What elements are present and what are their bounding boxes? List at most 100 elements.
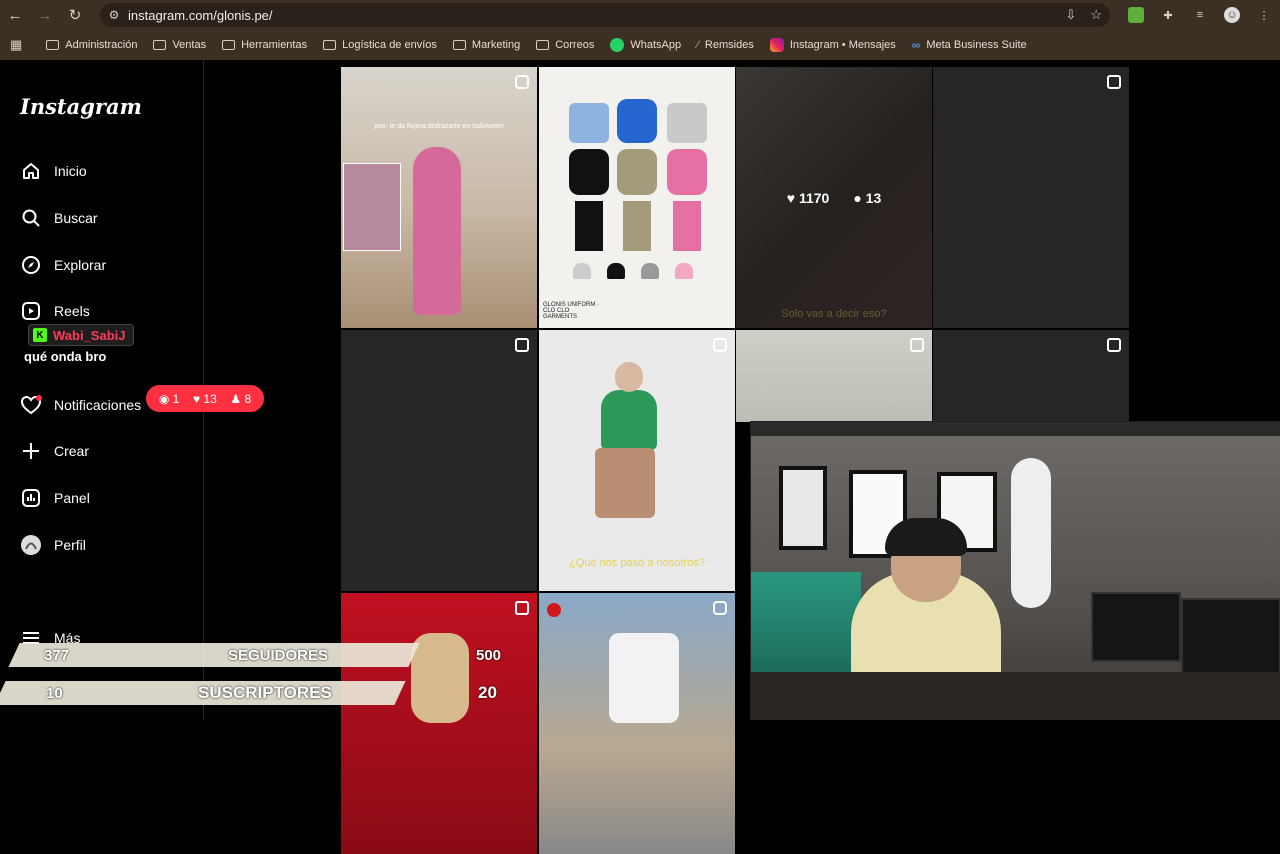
carousel-icon xyxy=(1107,75,1121,89)
folder-icon xyxy=(323,40,337,50)
bookmark-remsides[interactable]: ⁄ Remsides xyxy=(697,39,754,51)
extensions-puzzle-icon[interactable]: ✚ xyxy=(1160,7,1176,23)
browser-menu-icon[interactable]: ⋮ xyxy=(1256,7,1272,23)
man-green-sweater xyxy=(601,390,657,450)
meta-icon: ∞ xyxy=(911,38,921,52)
bookmark-instagram-mensajes[interactable]: Instagram • Mensajes xyxy=(769,38,896,52)
nav-reels[interactable]: Reels xyxy=(20,300,90,322)
site-info-icon[interactable]: ⚙ xyxy=(100,8,128,22)
instagram-icon xyxy=(769,38,784,52)
followers-label: SEGUIDORES xyxy=(228,646,329,664)
url-text[interactable]: instagram.com/glonis.pe/ xyxy=(128,8,273,23)
carousel-icon xyxy=(1107,338,1121,352)
pants-camo xyxy=(623,201,651,251)
comments-stat: ● 13 xyxy=(853,189,882,206)
hoodie-black xyxy=(569,149,609,195)
man-head xyxy=(615,362,643,392)
post-inset-photo xyxy=(343,163,401,251)
bookmark-herramientas[interactable]: Herramientas xyxy=(222,39,307,51)
likes-stat: ♥ 1170 xyxy=(786,189,830,206)
reel-icon xyxy=(713,338,727,352)
forward-icon[interactable]: → xyxy=(30,0,60,30)
post-photo-person xyxy=(413,147,461,315)
like-count: ♥ 13 xyxy=(192,391,217,406)
search-icon xyxy=(20,207,42,229)
reel-icon xyxy=(515,75,529,89)
whatsapp-icon xyxy=(610,38,625,52)
nav-crear[interactable]: Crear xyxy=(20,440,89,462)
comment-count: ◉ 1 xyxy=(158,391,180,406)
bookmark-meta-business[interactable]: ∞ Meta Business Suite xyxy=(912,38,1027,52)
post-tile[interactable]: pov: te da flojera disfrazarte en hallow… xyxy=(341,67,537,328)
bookmarks-bar: ▦ Administración Ventas Herramientas Log… xyxy=(0,30,1280,60)
post-hover-stats: ♥ 1170 ● 13 xyxy=(736,67,932,328)
nav-buscar[interactable]: Buscar xyxy=(20,207,98,229)
post-caption: pov: te da flojera disfrazarte en hallow… xyxy=(374,123,504,130)
chat-username: K Wabi_SabiJ xyxy=(28,324,135,346)
bookmark-star-icon[interactable]: ☆ xyxy=(1090,7,1102,23)
heart-icon xyxy=(20,394,42,416)
hoodie-light-blue xyxy=(569,103,609,143)
home-icon xyxy=(20,160,42,182)
nav-inicio[interactable]: Inicio xyxy=(20,160,87,182)
reels-icon xyxy=(20,300,42,322)
post-tile[interactable] xyxy=(341,330,537,591)
post-tile[interactable] xyxy=(933,67,1129,328)
hoodie-pink xyxy=(667,149,707,195)
followers-goal-bar: 377 SEGUIDORES xyxy=(0,641,420,669)
monitor-right xyxy=(1181,598,1280,674)
streamer-hair xyxy=(885,518,967,556)
apps-grid-icon[interactable]: ▦ xyxy=(10,37,22,53)
address-bar[interactable]: ⚙ instagram.com/glonis.pe/ ⇩ ☆ xyxy=(100,3,1110,27)
profile-avatar-icon[interactable]: ☺ xyxy=(1224,7,1240,23)
post-tile[interactable] xyxy=(341,593,537,854)
beanie-black xyxy=(607,263,625,279)
post-tile[interactable]: GLONIS UNIFORM · CLO CLO GARMENTS xyxy=(539,67,735,328)
bookmark-administracion[interactable]: Administración xyxy=(46,39,137,51)
sweater-grey xyxy=(667,103,707,143)
reload-icon[interactable]: ↻ xyxy=(60,0,90,30)
nav-notificaciones[interactable]: Notificaciones xyxy=(20,394,141,416)
nav-panel[interactable]: Panel xyxy=(20,487,90,509)
nav-perfil[interactable]: Perfil xyxy=(20,534,86,556)
instagram-logo[interactable]: Instagram xyxy=(20,94,142,119)
carousel-icon xyxy=(515,601,529,615)
reel-icon xyxy=(713,601,727,615)
post-tile[interactable] xyxy=(933,330,1129,422)
carousel-icon xyxy=(910,338,924,352)
link-icon: ⁄ xyxy=(697,39,699,51)
bookmark-ventas[interactable]: Ventas xyxy=(153,39,206,51)
notification-badge[interactable]: ◉ 1 ♥ 13 ♟ 8 xyxy=(146,385,264,412)
beanie-grey xyxy=(573,263,591,279)
post-tile[interactable]: ¿Qué nos pasó a nosotros? xyxy=(539,330,735,591)
bookmark-whatsapp[interactable]: WhatsApp xyxy=(610,38,681,52)
post-caption: GLONIS UNIFORM · CLO CLO GARMENTS xyxy=(543,302,600,320)
post-caption: ¿Qué nos pasó a nosotros? xyxy=(569,557,705,569)
webcam-overlay xyxy=(750,421,1280,720)
carousel-icon xyxy=(515,338,529,352)
post-tile[interactable] xyxy=(736,330,932,422)
reading-list-icon[interactable]: ≡ xyxy=(1192,7,1208,23)
beanie-darkgrey xyxy=(641,263,659,279)
monitor-left xyxy=(1091,592,1181,662)
nav-explorar[interactable]: Explorar xyxy=(20,254,106,276)
bookmark-logistica[interactable]: Logística de envíos xyxy=(323,39,437,51)
stop-sign xyxy=(547,603,561,617)
folder-icon xyxy=(222,40,236,50)
install-app-icon[interactable]: ⇩ xyxy=(1065,7,1076,23)
folder-icon xyxy=(46,40,60,50)
follow-count: ♟ 8 xyxy=(230,391,252,406)
bookmark-marketing[interactable]: Marketing xyxy=(452,39,520,51)
subs-current: 10 xyxy=(46,684,63,702)
back-icon[interactable]: ← xyxy=(0,0,30,30)
hoodie-blue xyxy=(617,99,657,143)
extension-icon[interactable] xyxy=(1128,7,1144,23)
dashboard-icon xyxy=(20,487,42,509)
man-trousers xyxy=(595,448,655,518)
folder-icon xyxy=(452,40,466,50)
post-tile-hovered[interactable]: Solo vas a decir eso? ♥ 1170 ● 13 xyxy=(736,67,932,328)
wall-poster xyxy=(779,466,827,550)
beanie-pink xyxy=(675,263,693,279)
post-tile[interactable] xyxy=(539,593,735,854)
bookmark-correos[interactable]: Correos xyxy=(536,39,594,51)
